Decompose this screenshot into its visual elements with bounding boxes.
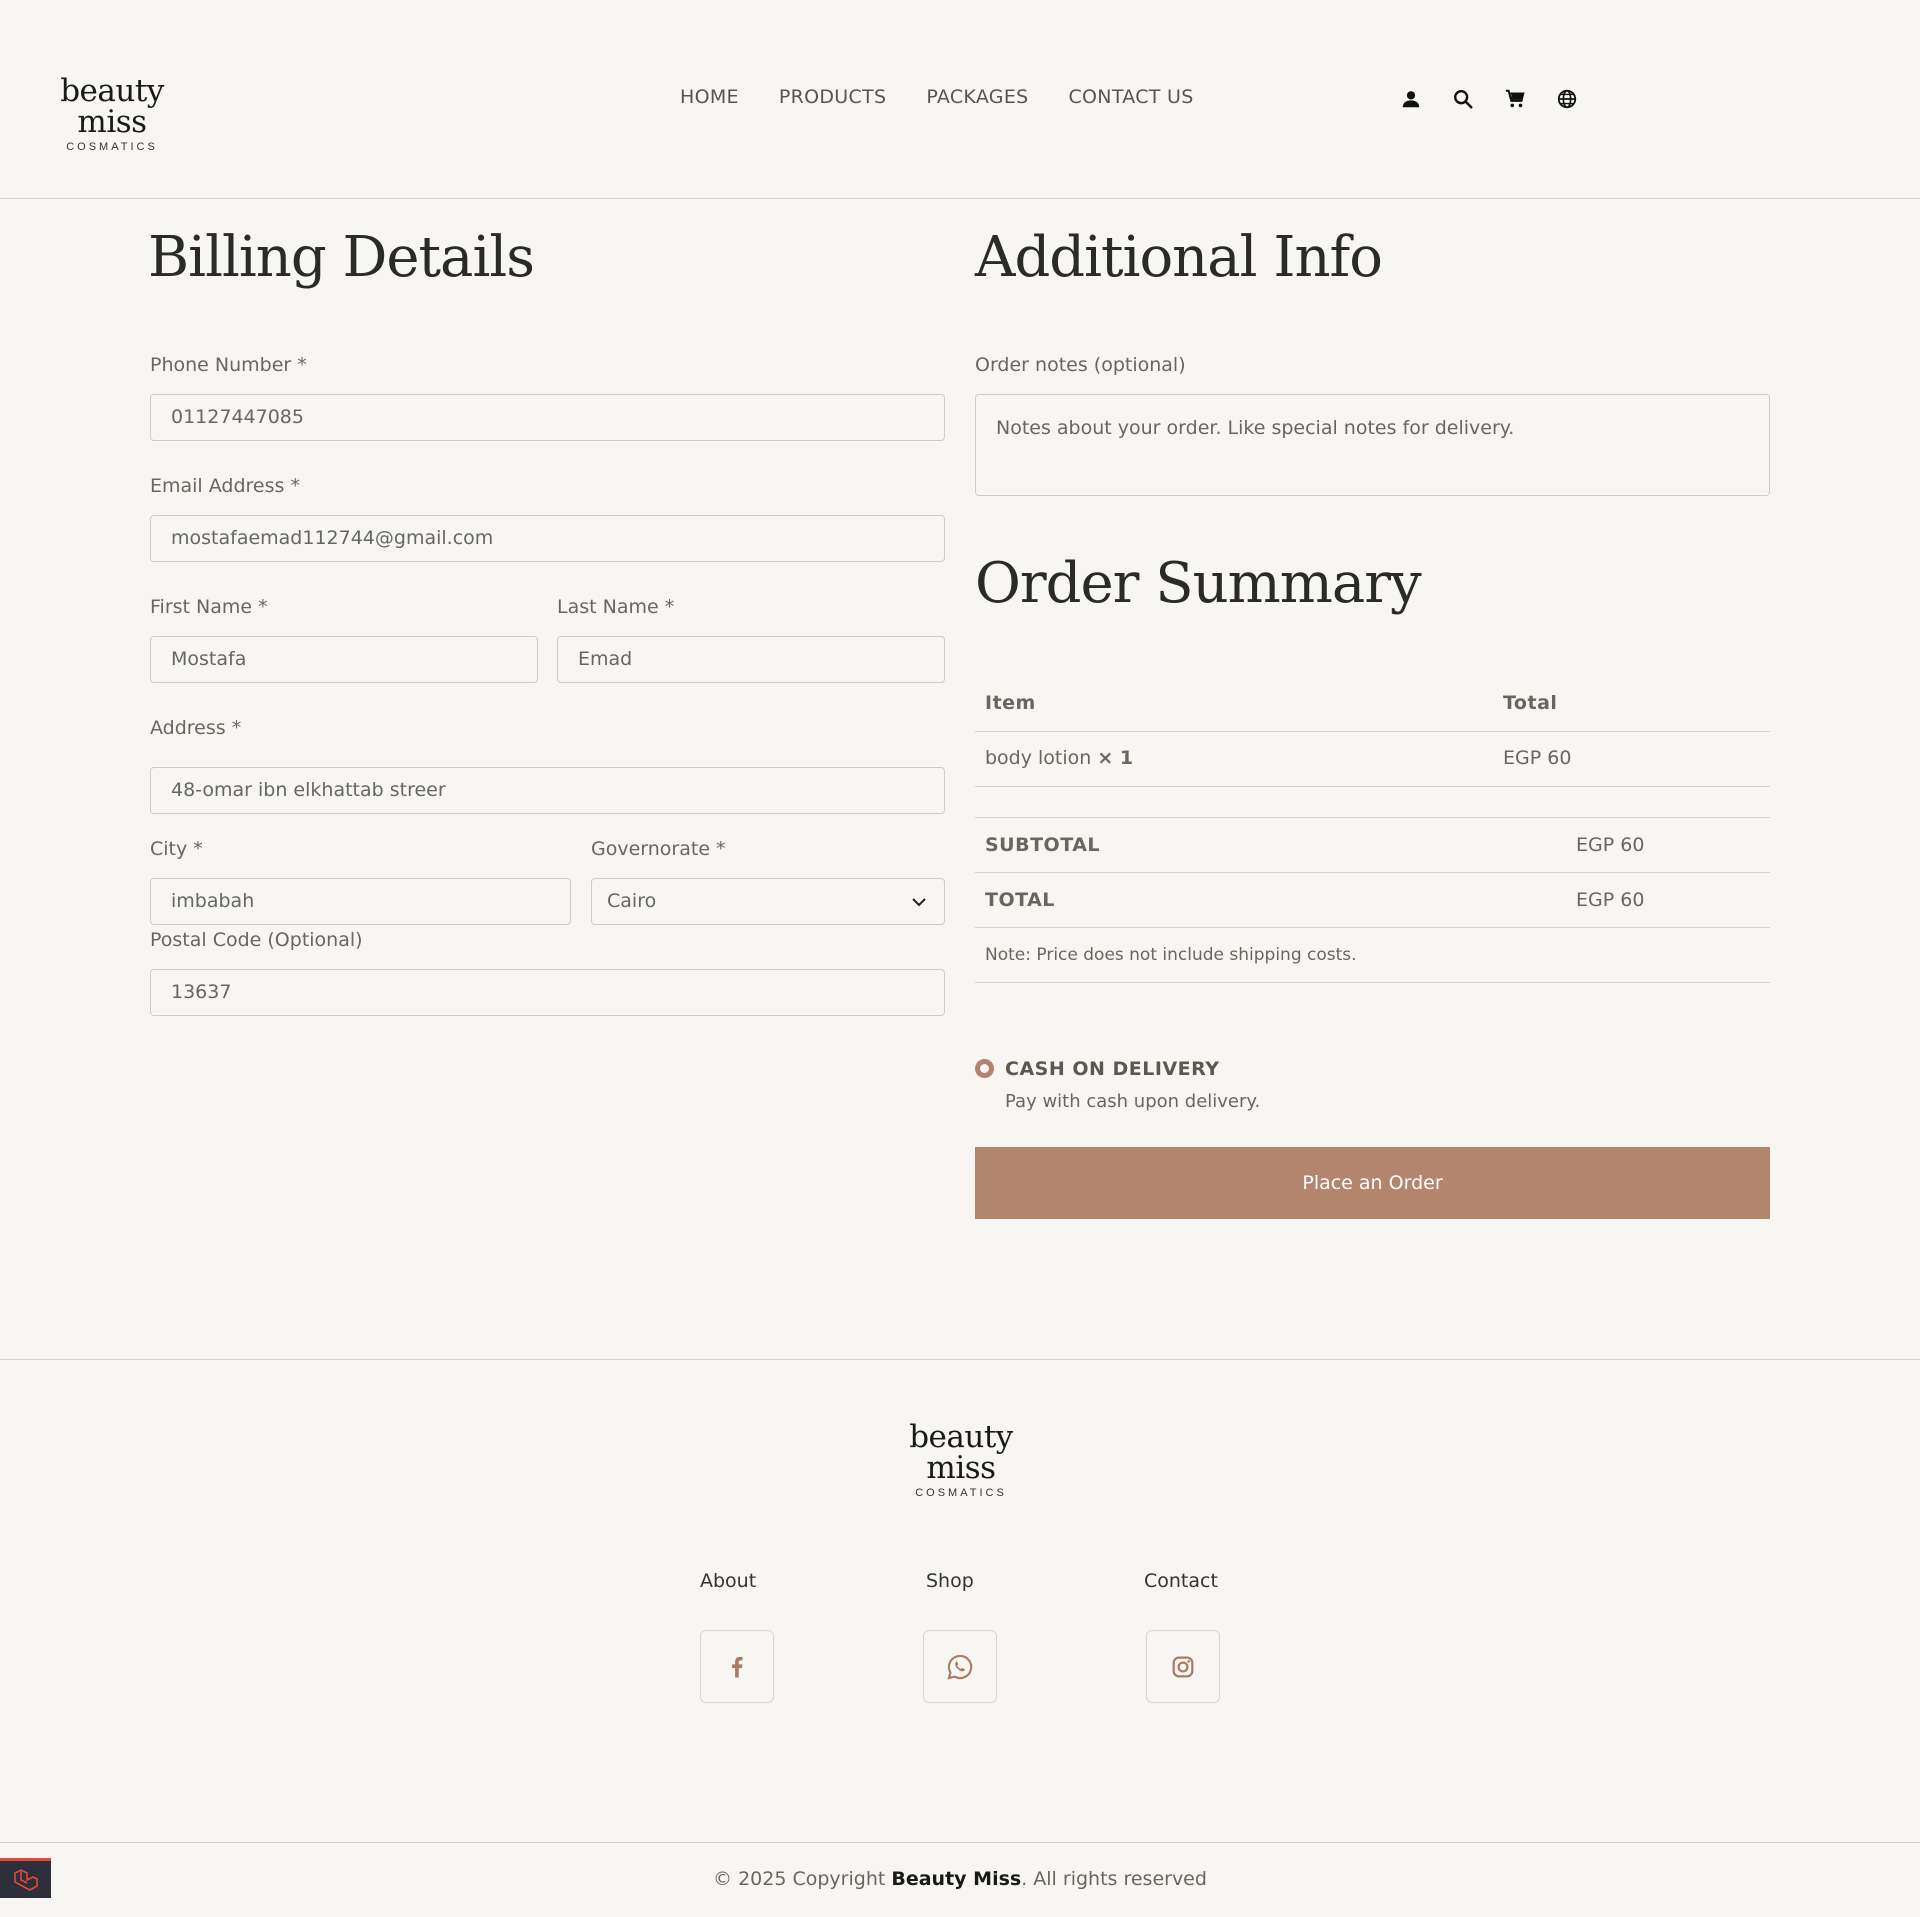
phone-input[interactable]: 01127447085	[150, 394, 945, 441]
phone-label: Phone Number *	[150, 354, 307, 376]
item-qty: × 1	[1097, 747, 1134, 769]
nav-home[interactable]: HOME	[680, 86, 739, 108]
email-input[interactable]: mostafaemad112744@gmail.com	[150, 515, 945, 562]
nav-contact-us[interactable]: CONTACT US	[1068, 86, 1193, 108]
site-header: beauty miss COSMATICS HOME PRODUCTS PACK…	[0, 0, 1920, 199]
payment-method-label[interactable]: CASH ON DELIVERY	[1005, 1058, 1219, 1080]
line-item: body lotion × 1	[985, 747, 1133, 769]
cart-icon[interactable]	[1504, 88, 1526, 110]
facebook-icon	[731, 1656, 743, 1677]
site-logo[interactable]: beauty miss COSMATICS	[32, 73, 192, 154]
cash-on-delivery-radio[interactable]	[975, 1059, 994, 1078]
subtotal-label: SUBTOTAL	[985, 834, 1101, 856]
footer-divider	[0, 1359, 1920, 1360]
total-label: TOTAL	[985, 889, 1055, 911]
nav-packages[interactable]: PACKAGES	[926, 86, 1028, 108]
email-label: Email Address *	[150, 475, 300, 497]
logo-brand: beauty miss	[909, 1419, 1013, 1486]
postal-input[interactable]: 13637	[150, 969, 945, 1016]
copyright-text: © 2025 Copyright Beauty Miss. All rights…	[0, 1868, 1920, 1890]
logo-subtitle: COSMATICS	[66, 141, 158, 153]
footer-logo[interactable]: beauty miss COSMATICS	[880, 1419, 1042, 1500]
col-total-header: Total	[1503, 692, 1558, 714]
city-input[interactable]: imbabah	[150, 878, 571, 925]
first-name-input[interactable]: Mostafa	[150, 636, 538, 683]
billing-title: Billing Details	[148, 225, 535, 290]
logo-brand: beauty miss	[60, 73, 164, 140]
postal-label: Postal Code (Optional)	[150, 929, 363, 951]
order-notes-textarea[interactable]: Notes about your order. Like special not…	[975, 394, 1770, 496]
governorate-label: Governorate *	[591, 838, 726, 860]
footer-link-about[interactable]: About	[700, 1570, 756, 1592]
logo-subtitle: COSMATICS	[915, 1487, 1007, 1499]
order-summary-title: Order Summary	[975, 551, 1422, 616]
header-icons	[1400, 88, 1578, 110]
shipping-note: Note: Price does not include shipping co…	[985, 945, 1357, 965]
divider	[975, 731, 1770, 732]
chevron-down-icon	[912, 898, 926, 907]
divider	[975, 982, 1770, 983]
footer-bottom-divider	[0, 1842, 1920, 1843]
facebook-button[interactable]	[700, 1630, 774, 1703]
place-order-button[interactable]: Place an Order	[975, 1147, 1770, 1219]
city-label: City *	[150, 838, 203, 860]
instagram-button[interactable]	[1146, 1630, 1220, 1703]
last-name-label: Last Name *	[557, 596, 675, 618]
user-icon[interactable]	[1400, 88, 1422, 110]
copyright-suffix: . All rights reserved	[1021, 1868, 1207, 1890]
item-name: body lotion	[985, 747, 1092, 769]
debugbar-toggle[interactable]	[0, 1858, 51, 1898]
instagram-icon	[1172, 1656, 1194, 1677]
col-item-header: Item	[985, 692, 1036, 714]
total-value: EGP 60	[1576, 889, 1645, 911]
address-label: Address *	[150, 717, 242, 739]
nav-products[interactable]: PRODUCTS	[779, 86, 886, 108]
additional-info-title: Additional Info	[975, 225, 1383, 290]
first-name-label: First Name *	[150, 596, 268, 618]
order-notes-label: Order notes (optional)	[975, 354, 1186, 376]
payment-method-desc: Pay with cash upon delivery.	[1005, 1091, 1261, 1112]
search-icon[interactable]	[1452, 88, 1474, 110]
footer-link-contact[interactable]: Contact	[1144, 1570, 1218, 1592]
globe-icon[interactable]	[1556, 88, 1578, 110]
laravel-icon	[13, 1868, 38, 1891]
copyright-brand: Beauty Miss	[891, 1868, 1022, 1890]
last-name-input[interactable]: Emad	[557, 636, 945, 683]
divider	[975, 872, 1770, 873]
address-input[interactable]: 48-omar ibn elkhattab streer	[150, 767, 945, 814]
whatsapp-icon	[947, 1654, 973, 1680]
whatsapp-button[interactable]	[923, 1630, 997, 1703]
item-total: EGP 60	[1503, 747, 1572, 769]
divider	[975, 786, 1770, 787]
governorate-value: Cairo	[607, 890, 657, 912]
footer-link-shop[interactable]: Shop	[926, 1570, 974, 1592]
subtotal-value: EGP 60	[1576, 834, 1645, 856]
divider	[975, 927, 1770, 928]
divider	[975, 817, 1770, 818]
order-notes-placeholder: Notes about your order. Like special not…	[996, 417, 1515, 439]
main-nav: HOME PRODUCTS PACKAGES CONTACT US	[680, 86, 1194, 108]
governorate-select[interactable]: Cairo	[591, 878, 945, 925]
copyright-prefix: © 2025 Copyright	[713, 1868, 892, 1890]
